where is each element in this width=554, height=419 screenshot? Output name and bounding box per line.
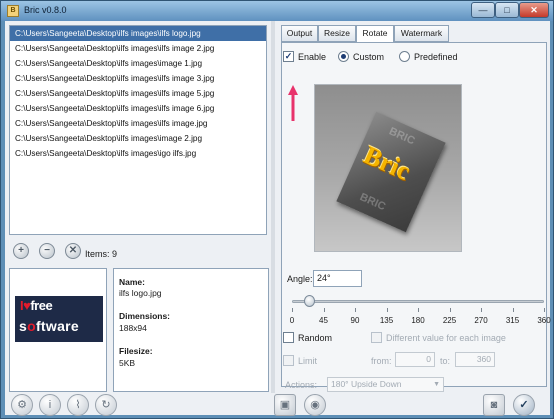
file-list-item[interactable]: C:\Users\Sangeeta\Desktop\ilfs images\il… [10,71,266,86]
actions-select-value: 180° Upside Down [331,379,402,389]
slider-tick-label: 360 [537,316,551,325]
file-list-item[interactable]: C:\Users\Sangeeta\Desktop\ilfs images\im… [10,131,266,146]
enable-checkbox[interactable]: ✓ [283,51,294,62]
custom-label: Custom [353,52,385,62]
rotation-preview: BRIC Bric BRIC [314,84,462,252]
slider-tick-label: 45 [319,316,328,325]
angle-slider-track[interactable] [292,300,544,303]
refresh-icon[interactable]: ↻ [95,394,117,416]
dimensions-value: 188x94 [119,323,147,333]
chevron-down-icon: ▼ [433,381,440,388]
angle-slider-thumb[interactable] [303,295,315,307]
window-title: Bric v0.8.0 [24,5,67,15]
logo-text-bottom: software [19,318,79,334]
slider-tick-mark [418,308,419,312]
title-bar: B Bric v0.8.0 — □ ✕ [1,1,553,21]
tab-resize[interactable]: Resize [318,25,356,42]
limit-label: Limit [298,356,318,366]
logo-text-top: I♥free [20,298,53,313]
close-button[interactable]: ✕ [519,2,549,18]
file-info-panel: Name: ilfs logo.jpg Dimensions: 188x94 F… [113,268,269,392]
different-value-label: Different value for each image [386,333,506,343]
predefined-label: Predefined [414,52,458,62]
filesize-value: 5KB [119,358,136,368]
tab-rotate[interactable]: Rotate [356,25,394,43]
angle-label: Angle: [287,274,313,284]
maximize-button[interactable]: □ [495,2,519,18]
random-label: Random [298,333,333,343]
actions-label: Actions: [285,380,318,390]
save-icon[interactable]: ▣ [274,394,296,416]
ok-icon[interactable]: ✓ [513,394,535,416]
minimize-button[interactable]: — [471,2,495,18]
preview-logo-image: I♥free software [15,296,103,342]
limit-checkbox[interactable] [283,355,294,366]
slider-tick-mark [386,308,388,312]
client-area: C:\Users\Sangeeta\Desktop\ilfs images\il… [5,21,551,416]
slider-tick-mark [323,308,325,312]
filesize-label: Filesize: [119,346,153,356]
slider-tick-label: 315 [505,316,520,325]
file-list-item[interactable]: C:\Users\Sangeeta\Desktop\ilfs images\il… [10,116,266,131]
file-list-item[interactable]: C:\Users\Sangeeta\Desktop\ilfs images\il… [10,101,266,116]
remove-file-button[interactable]: − [39,243,55,259]
name-value: ilfs logo.jpg [119,288,162,298]
random-checkbox[interactable] [283,332,294,343]
enable-label: Enable [298,52,327,62]
to-label: to: [440,356,451,366]
predefined-radio[interactable] [399,51,410,62]
to-spinner[interactable]: 360 [455,352,495,367]
info-icon[interactable]: i [39,394,61,416]
disc-icon[interactable]: ◉ [304,394,326,416]
watermark-text-top: BRIC [387,125,417,148]
rotated-image: BRIC Bric BRIC [336,111,446,233]
from-spinner[interactable]: 0 [395,352,435,367]
app-icon: B [7,5,19,17]
app-window: B Bric v0.8.0 — □ ✕ C:\Users\Sangeeta\De… [0,0,554,419]
attach-icon[interactable]: ⌇ [67,394,89,416]
actions-select[interactable]: 180° Upside Down ▼ [327,377,444,392]
slider-tick-label: 135 [379,316,394,325]
custom-radio[interactable] [338,51,349,62]
file-list-item[interactable]: C:\Users\Sangeeta\Desktop\ilfs images\il… [10,86,266,101]
slider-tick-label: 270 [474,316,488,325]
slider-tick-mark [449,308,451,312]
dimensions-label: Dimensions: [119,311,171,321]
file-list-item[interactable]: C:\Users\Sangeeta\Desktop\ilfs images\im… [10,56,266,71]
file-list-item-selected[interactable]: C:\Users\Sangeeta\Desktop\ilfs images\il… [10,26,266,41]
slider-tick-label: 0 [289,316,295,325]
name-label: Name: [119,277,145,287]
tab-watermark[interactable]: Watermark [394,25,449,42]
angle-input[interactable]: 24° [313,270,362,287]
gear-icon[interactable]: ⚙ [11,394,33,416]
slider-tick-label: 225 [442,316,457,325]
from-label: from: [371,356,392,366]
camera-icon[interactable]: ◙ [483,394,505,416]
slider-tick-mark [292,308,293,312]
tab-output[interactable]: Output [281,25,318,42]
file-list-item[interactable]: C:\Users\Sangeeta\Desktop\ilfs images\ig… [10,146,266,161]
image-preview: I♥free software [9,268,107,392]
file-list[interactable]: C:\Users\Sangeeta\Desktop\ilfs images\il… [9,25,267,235]
panel-splitter[interactable] [271,21,275,393]
slider-tick-label: 90 [350,316,360,325]
arrow-up-icon [288,85,298,121]
watermark-text-bottom: BRIC [357,191,388,214]
slider-tick-label: 180 [411,316,425,325]
items-count: Items: 9 [85,249,118,259]
preview-logo-text: Bric [359,140,415,187]
slider-tick-mark [481,308,482,312]
slider-tick-mark [512,308,514,312]
clear-list-button[interactable]: ✕ [65,243,81,259]
slider-tick-mark [544,308,545,312]
slider-tick-mark [355,308,356,312]
different-value-checkbox[interactable] [371,332,382,343]
add-file-button[interactable]: + [13,243,29,259]
file-list-item[interactable]: C:\Users\Sangeeta\Desktop\ilfs images\il… [10,41,266,56]
